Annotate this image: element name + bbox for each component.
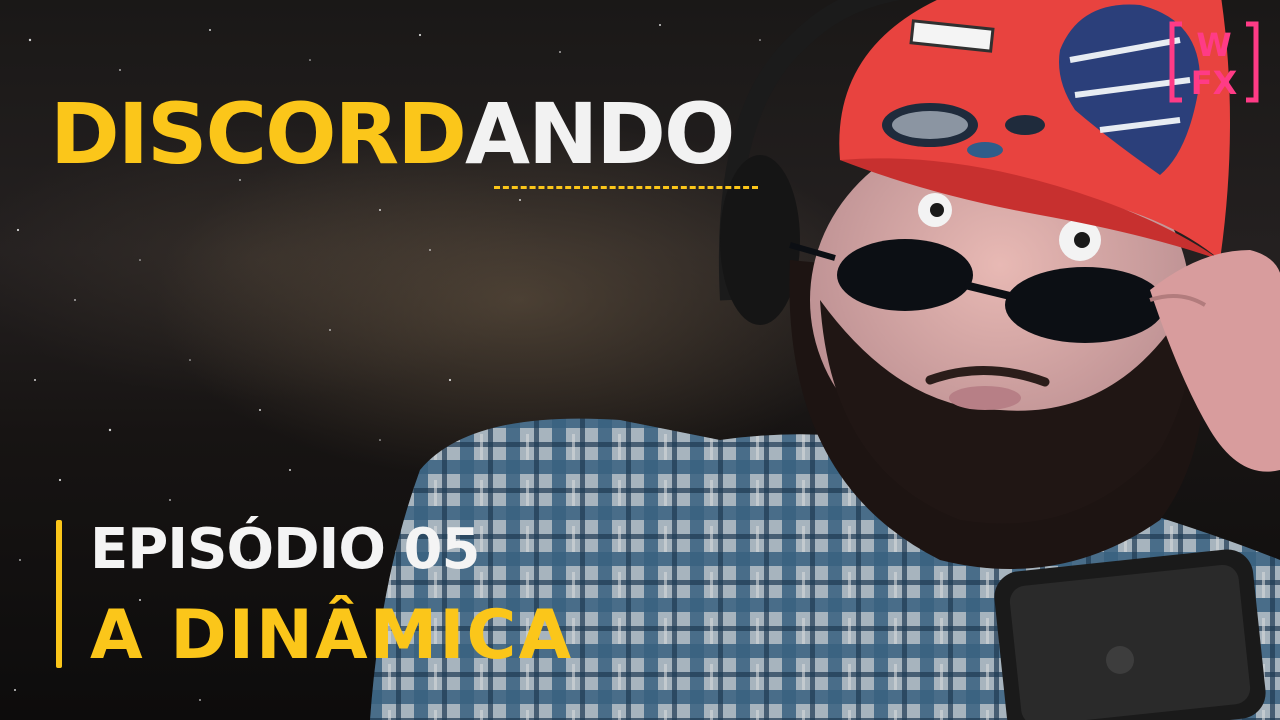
title-underline [494,186,758,189]
episode-title: A DINÂMICA [90,596,574,675]
svg-text:W: W [1196,26,1231,64]
wfx-logo: W FX [1169,21,1259,103]
thumbnail: DISCORDANDO W FX EPISÓDIO 05 A DINÂMICA [0,0,1280,720]
episode-number: EPISÓDIO 05 [90,517,480,582]
title-part-ando: ANDO [464,85,735,183]
episode-accent-bar [56,520,62,668]
show-title: DISCORDANDO [50,92,735,176]
svg-text:FX: FX [1191,64,1238,102]
title-part-discord: DISCORD [50,85,467,183]
